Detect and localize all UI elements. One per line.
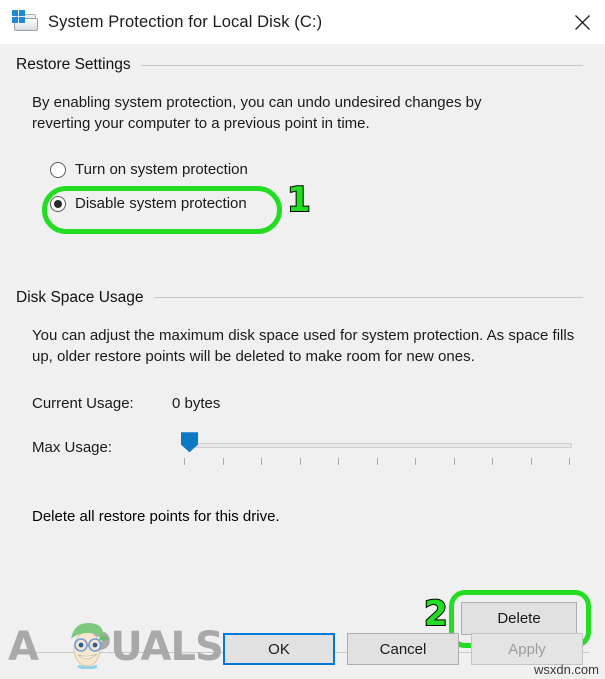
radio-label-turn-on: Turn on system protection — [75, 161, 248, 179]
title-bar: System Protection for Local Disk (C:) — [0, 0, 605, 44]
cancel-button[interactable]: Cancel — [347, 633, 459, 665]
window-title: System Protection for Local Disk (C:) — [48, 12, 323, 31]
delete-restore-points-description: Delete all restore points for this drive… — [32, 508, 280, 526]
slider-track[interactable] — [184, 443, 572, 449]
slider-ticks — [184, 458, 570, 466]
restore-settings-description: By enabling system protection, you can u… — [32, 94, 482, 133]
max-usage-row: Max Usage: — [0, 428, 605, 466]
group-divider — [153, 297, 583, 299]
ok-button[interactable]: OK — [223, 633, 335, 665]
dialog-button-bar: OK Cancel Apply — [0, 621, 605, 679]
delete-restore-points-row: Delete all restore points for this drive… — [0, 508, 605, 525]
restore-settings-group-header: Restore Settings — [0, 56, 605, 74]
disk-space-usage-description: You can adjust the maximum disk space us… — [32, 326, 575, 365]
windows-logo-icon — [12, 10, 25, 23]
disk-space-usage-label: Disk Space Usage — [16, 288, 144, 306]
radio-label-disable: Disable system protection — [75, 195, 247, 213]
apply-button: Apply — [471, 633, 583, 665]
current-usage-row: Current Usage: 0 bytes — [0, 395, 605, 412]
restore-settings-label: Restore Settings — [16, 56, 131, 73]
radio-turn-on-system-protection[interactable]: Turn on system protection — [0, 157, 605, 183]
close-icon[interactable] — [559, 0, 605, 44]
max-usage-label: Max Usage: — [32, 438, 113, 456]
site-credit: wsxdn.com — [533, 662, 599, 677]
drive-windows-icon — [12, 9, 38, 35]
dialog-body: Restore Settings By enabling system prot… — [0, 56, 605, 679]
group-divider — [140, 64, 583, 66]
current-usage-label: Current Usage: — [32, 395, 134, 413]
disk-space-usage-group-header: Disk Space Usage — [0, 289, 605, 307]
current-usage-value: 0 bytes — [172, 395, 221, 413]
max-usage-slider[interactable] — [172, 428, 572, 466]
radio-indicator-turn-on[interactable] — [50, 161, 66, 178]
radio-indicator-disable[interactable] — [50, 195, 66, 212]
slider-thumb[interactable] — [181, 432, 198, 453]
annotation-number-1: 1 — [286, 180, 312, 220]
